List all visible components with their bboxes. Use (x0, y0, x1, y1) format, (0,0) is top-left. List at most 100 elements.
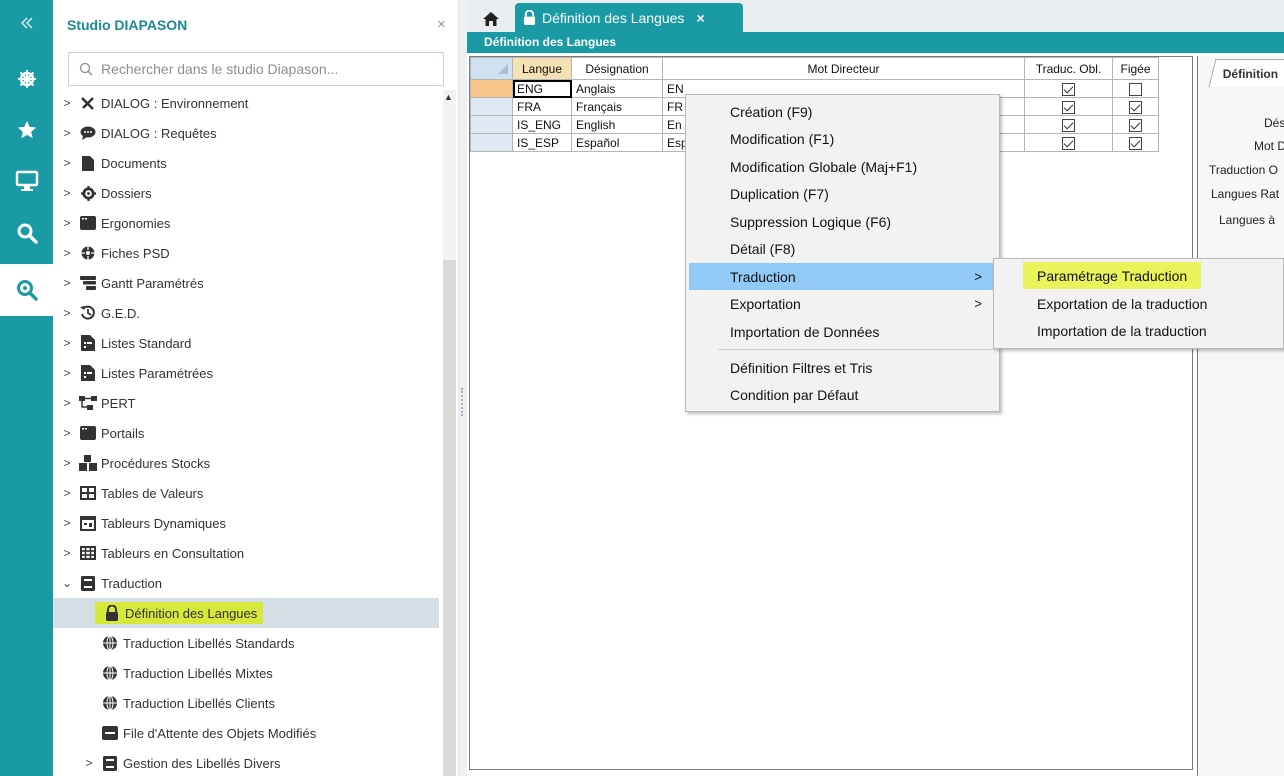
cell-designation[interactable]: Français (571, 97, 663, 116)
chevron-right-icon[interactable]: > (61, 156, 73, 170)
tree-item-traduction-libelles-standards[interactable]: Traduction Libellés Standards (53, 628, 439, 658)
collapse-chevrons-icon[interactable] (0, 0, 53, 46)
tree-item-traduction-libelles-mixtes[interactable]: Traduction Libellés Mixtes (53, 658, 439, 688)
cell-langue[interactable]: IS_ENG (512, 115, 572, 134)
cell-figee[interactable] (1112, 133, 1159, 152)
tree-item-traduction[interactable]: ⌄ Traduction (53, 568, 439, 598)
chevron-right-icon[interactable]: > (61, 336, 73, 350)
tree-item-documents[interactable]: > Documents (53, 148, 439, 178)
chevron-right-icon[interactable]: > (61, 396, 73, 410)
tree-item-portails[interactable]: > Portails (53, 418, 439, 448)
chevron-right-icon[interactable]: > (61, 306, 73, 320)
cell-figee[interactable] (1112, 97, 1159, 116)
column-header-mot-directeur[interactable]: Mot Directeur (662, 57, 1025, 80)
tree-item-gestion-des-libelles-divers[interactable]: > Gestion des Libellés Divers (53, 748, 439, 776)
cell-designation[interactable]: Español (571, 133, 663, 152)
cell-figee[interactable] (1112, 115, 1159, 134)
chevron-right-icon[interactable]: > (61, 126, 73, 140)
checkbox[interactable] (1062, 100, 1075, 114)
cell-langue[interactable]: FRA (512, 97, 572, 116)
row-header[interactable] (470, 115, 513, 134)
menu-item-condition-par-defaut[interactable]: Condition par Défaut (689, 381, 996, 408)
chevron-right-icon[interactable]: > (61, 516, 73, 530)
submenu-item-parametrage-traduction[interactable]: Paramétrage Traduction (1023, 262, 1202, 289)
chevron-down-icon[interactable]: ⌄ (61, 576, 73, 590)
row-header[interactable] (470, 133, 513, 152)
menu-item-suppression-logique[interactable]: Suppression Logique (F6) (689, 208, 996, 235)
chevron-right-icon[interactable]: > (61, 246, 73, 260)
panel-splitter[interactable] (459, 0, 467, 776)
tree-item-definition-des-langues[interactable]: Définition des Langues (53, 598, 439, 628)
tree-item-dialog-requetes[interactable]: > DIALOG : Requêtes (53, 118, 439, 148)
splitter-grip[interactable] (461, 388, 464, 416)
column-header-traduc-obl[interactable]: Traduc. Obl. (1024, 57, 1113, 80)
chevron-right-icon[interactable]: > (61, 216, 73, 230)
row-header[interactable] (470, 79, 513, 98)
tree-item-gantt-parametres[interactable]: > Gantt Paramétrés (53, 268, 439, 298)
submenu-item-exportation-traduction[interactable]: Exportation de la traduction (1023, 290, 1221, 317)
select-all-corner[interactable] (470, 57, 513, 80)
tree-item-listes-parametrees[interactable]: > Listes Paramétrées (53, 358, 439, 388)
tree-item-fiches-psd[interactable]: > Fiches PSD (53, 238, 439, 268)
tree-item-tableurs-en-consultation[interactable]: > Tableurs en Consultation (53, 538, 439, 568)
checkbox[interactable] (1129, 100, 1142, 114)
tree-item-tables-de-valeurs[interactable]: > Tables de Valeurs (53, 478, 439, 508)
star-icon[interactable] (0, 107, 53, 153)
search-location-icon[interactable] (0, 264, 53, 316)
cell-langue[interactable]: IS_ESP (512, 133, 572, 152)
chevron-right-icon[interactable]: > (61, 546, 73, 560)
menu-item-duplication[interactable]: Duplication (F7) (689, 180, 996, 207)
checkbox[interactable] (1129, 136, 1142, 150)
chevron-right-icon[interactable]: > (61, 426, 73, 440)
tree-item-ged[interactable]: > G.E.D. (53, 298, 439, 328)
chevron-right-icon[interactable]: > (61, 276, 73, 290)
tree-item-ergonomies[interactable]: > Ergonomies (53, 208, 439, 238)
tab-close-icon[interactable]: × (696, 10, 704, 26)
chevron-right-icon[interactable]: > (61, 366, 73, 380)
submenu-item-importation-traduction[interactable]: Importation de la traduction (1023, 317, 1221, 344)
column-header-figee[interactable]: Figée (1112, 57, 1159, 80)
cell-figee[interactable] (1112, 79, 1159, 98)
checkbox[interactable] (1129, 118, 1142, 132)
tree-item-listes-standard[interactable]: > Listes Standard (53, 328, 439, 358)
menu-item-creation[interactable]: Création (F9) (689, 98, 996, 125)
close-icon[interactable]: × (437, 16, 446, 33)
menu-item-traduction[interactable]: Traduction > (689, 263, 996, 290)
home-tab[interactable] (473, 6, 508, 32)
menu-item-modification[interactable]: Modification (F1) (689, 125, 996, 152)
chevron-right-icon[interactable]: > (83, 756, 95, 770)
tree-item-dossiers[interactable]: > Dossiers (53, 178, 439, 208)
tree-item-file-d-attente[interactable]: File d'Attente des Objets Modifiés (53, 718, 439, 748)
menu-item-modification-globale[interactable]: Modification Globale (Maj+F1) (689, 153, 996, 180)
checkbox[interactable] (1062, 136, 1075, 150)
cell-traduc-obl[interactable] (1024, 133, 1113, 152)
cell-designation[interactable]: Anglais (571, 79, 663, 98)
menu-item-exportation[interactable]: Exportation > (689, 290, 996, 317)
monitor-icon[interactable] (0, 158, 53, 204)
cell-designation[interactable]: English (571, 115, 663, 134)
chevron-right-icon[interactable]: > (61, 96, 73, 110)
tree-item-pert[interactable]: > PERT (53, 388, 439, 418)
cell-traduc-obl[interactable] (1024, 97, 1113, 116)
tab-definition[interactable]: Définition (1208, 59, 1284, 87)
tree-item-procedures-stocks[interactable]: > Procédures Stocks (53, 448, 439, 478)
checkbox[interactable] (1062, 82, 1075, 96)
ship-wheel-icon[interactable] (0, 56, 53, 102)
search-input[interactable]: Rechercher dans le studio Diapason... (68, 52, 444, 86)
tree-item-tableurs-dynamiques[interactable]: > Tableurs Dynamiques (53, 508, 439, 538)
chevron-right-icon[interactable]: > (61, 456, 73, 470)
menu-item-definition-filtres-et-tris[interactable]: Définition Filtres et Tris (689, 354, 996, 381)
checkbox[interactable] (1062, 118, 1075, 132)
tree-item-dialog-environnement[interactable]: > DIALOG : Environnement (53, 88, 439, 118)
menu-item-detail[interactable]: Détail (F8) (689, 235, 996, 262)
column-header-designation[interactable]: Désignation (571, 57, 663, 80)
chevron-right-icon[interactable]: > (61, 486, 73, 500)
tree-scrollbar-thumb[interactable] (443, 260, 456, 776)
menu-item-importation-de-donnees[interactable]: Importation de Données (689, 318, 996, 345)
tab-definition-des-langues[interactable]: Définition des Langues × (515, 3, 743, 32)
search-icon[interactable] (0, 210, 53, 256)
checkbox[interactable] (1129, 82, 1142, 96)
column-header-langue[interactable]: Langue (512, 57, 572, 80)
cell-langue[interactable]: ENG (512, 79, 572, 98)
chevron-right-icon[interactable]: > (61, 186, 73, 200)
